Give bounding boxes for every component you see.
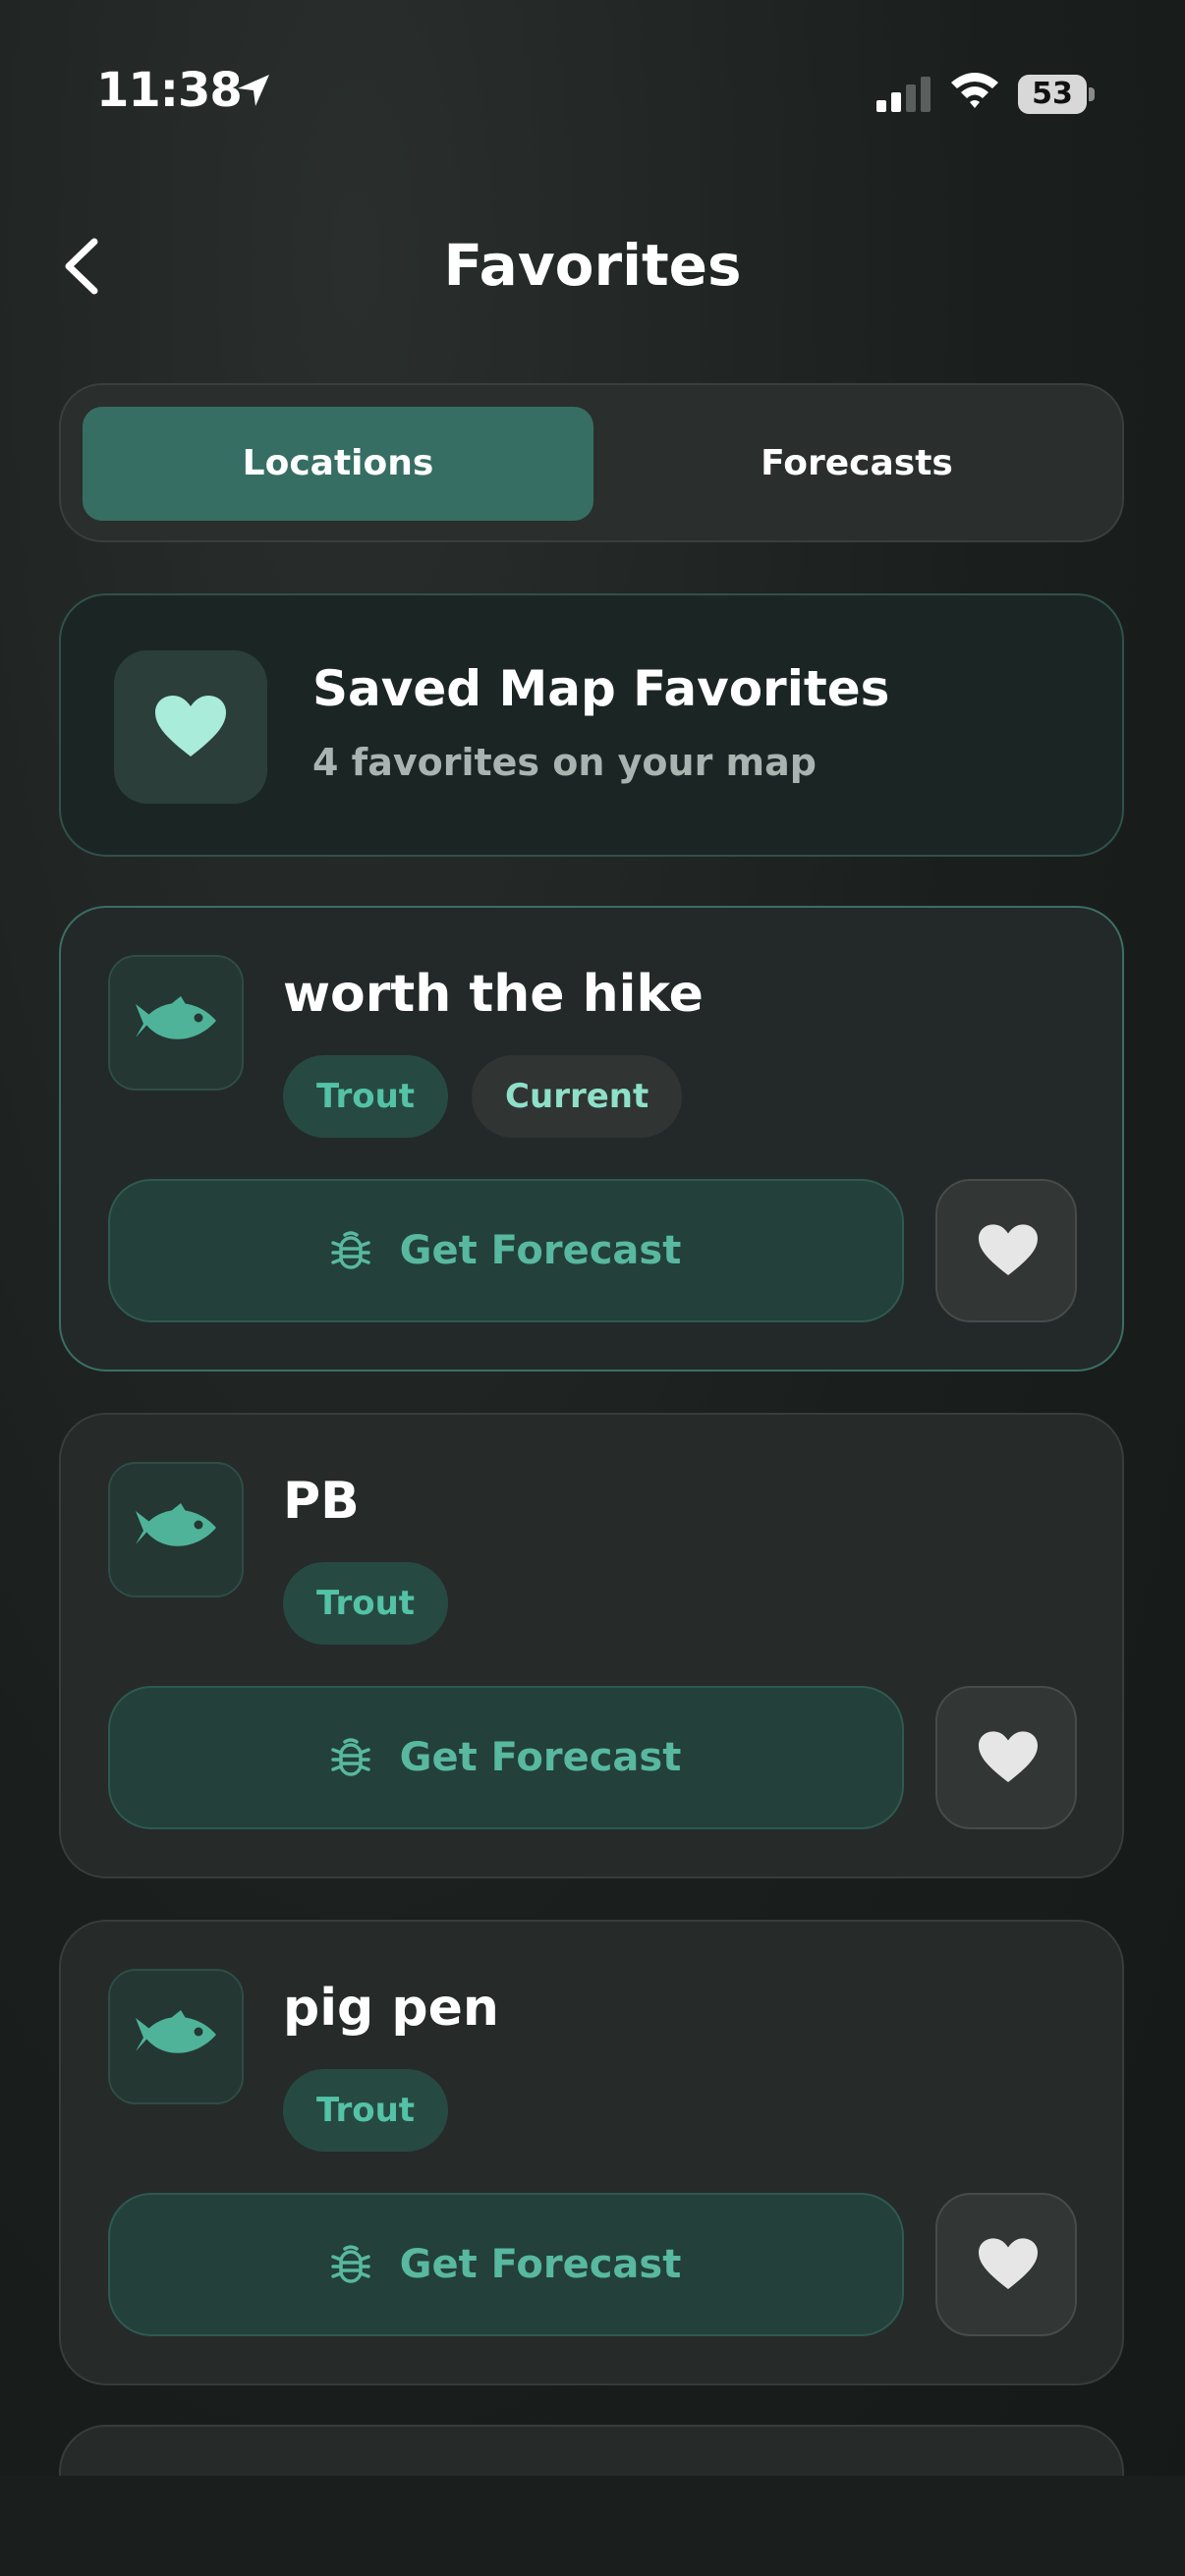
- species-tag: Trout: [283, 1562, 449, 1645]
- tab-forecasts[interactable]: Forecasts: [609, 407, 1104, 521]
- unfavorite-button[interactable]: [935, 1686, 1077, 1829]
- status-time: 11:38: [96, 63, 243, 118]
- navigation-bar: Favorites: [0, 216, 1185, 314]
- heart-icon: [979, 1224, 1038, 1275]
- location-arrow-icon: [238, 75, 269, 106]
- favorite-location-card[interactable]: pig pen Trout Get Forecast: [59, 1920, 1124, 2385]
- location-name: PB: [283, 1472, 360, 1531]
- tab-locations[interactable]: Locations: [83, 407, 593, 521]
- favorite-location-card-partial[interactable]: [59, 2425, 1124, 2484]
- get-forecast-button[interactable]: Get Forecast: [108, 1686, 904, 1829]
- saved-map-favorites-card[interactable]: Saved Map Favorites 4 favorites on your …: [59, 593, 1124, 857]
- battery-indicator: 53: [1018, 75, 1095, 114]
- fish-icon: [136, 2010, 216, 2053]
- fish-icon-box: [108, 1969, 244, 2104]
- current-tag: Current: [472, 1055, 683, 1138]
- summary-title: Saved Map Favorites: [312, 660, 890, 717]
- summary-subtitle: 4 favorites on your map: [312, 741, 817, 784]
- fish-icon: [136, 996, 216, 1039]
- tag-list: Trout: [283, 2069, 449, 2152]
- page-title: Favorites: [443, 232, 742, 299]
- fish-icon: [136, 1503, 216, 1546]
- get-forecast-label: Get Forecast: [399, 2242, 682, 2287]
- favorite-location-card[interactable]: worth the hike Trout Current Get Forecas…: [59, 906, 1124, 1372]
- species-tag: Trout: [283, 1055, 449, 1138]
- fish-icon-box: [108, 1462, 244, 1597]
- unfavorite-button[interactable]: [935, 1179, 1077, 1322]
- get-forecast-button[interactable]: Get Forecast: [108, 2193, 904, 2336]
- location-name: worth the hike: [283, 965, 704, 1024]
- heart-icon: [979, 1731, 1038, 1782]
- bug-icon: [330, 1738, 370, 1776]
- heart-icon: [979, 2238, 1038, 2289]
- bottom-area: [0, 2476, 1185, 2576]
- get-forecast-label: Get Forecast: [399, 1735, 682, 1780]
- bug-icon: [330, 1231, 370, 1269]
- cellular-signal-icon: [876, 77, 931, 112]
- status-bar: 11:38 53: [0, 0, 1185, 196]
- fish-icon-box: [108, 955, 244, 1091]
- favorite-location-card[interactable]: PB Trout Get Forecast: [59, 1413, 1124, 1878]
- segmented-control: Locations Forecasts: [59, 383, 1124, 542]
- favorites-icon-box: [114, 650, 267, 804]
- get-forecast-button[interactable]: Get Forecast: [108, 1179, 904, 1322]
- get-forecast-label: Get Forecast: [399, 1228, 682, 1273]
- wifi-icon: [951, 73, 998, 108]
- species-tag: Trout: [283, 2069, 449, 2152]
- heart-icon: [155, 696, 226, 756]
- unfavorite-button[interactable]: [935, 2193, 1077, 2336]
- bug-icon: [330, 2245, 370, 2283]
- tag-list: Trout: [283, 1562, 449, 1645]
- location-name: pig pen: [283, 1979, 499, 2038]
- tag-list: Trout Current: [283, 1055, 683, 1138]
- battery-percent: 53: [1032, 77, 1073, 111]
